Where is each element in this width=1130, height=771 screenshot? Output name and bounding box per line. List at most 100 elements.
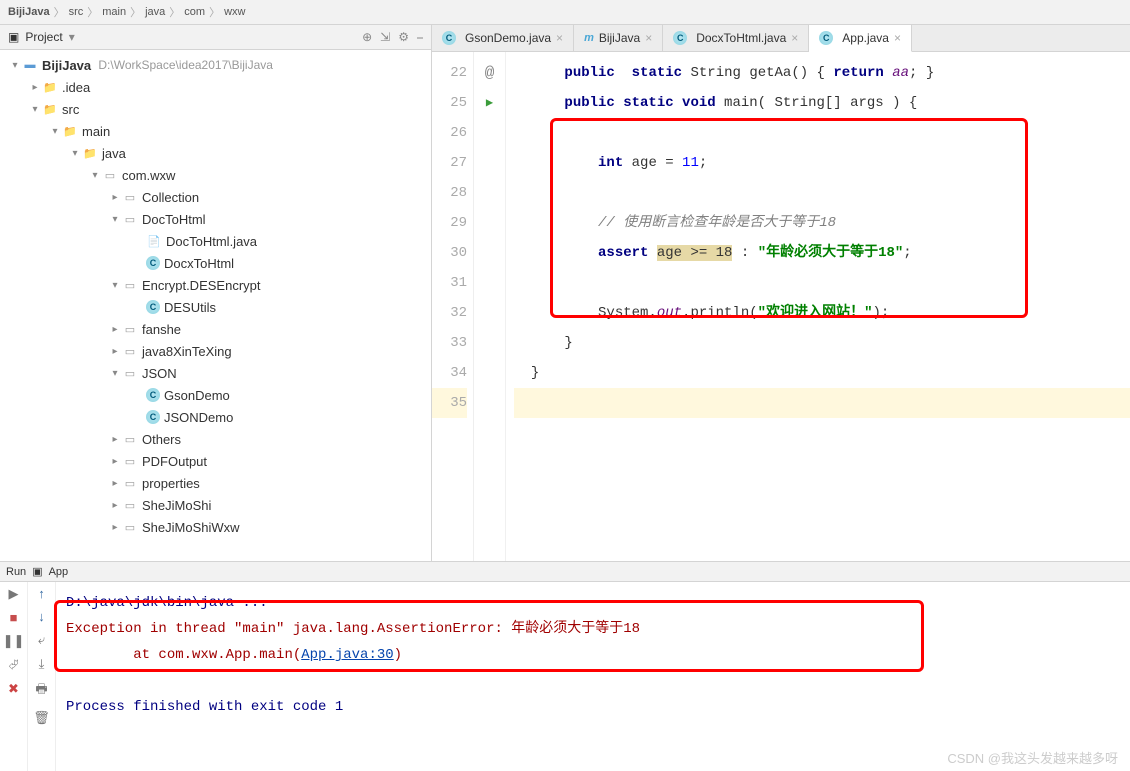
class-icon: C <box>146 388 160 402</box>
tree-pdfoutput[interactable]: ▸▭PDFOutput <box>0 450 431 472</box>
code-editor[interactable]: 22 25 26 27 28 29 30 31 32 33 34 35 @ ▶ … <box>432 52 1130 561</box>
stop-icon[interactable]: ■ <box>10 610 18 625</box>
class-icon: C <box>442 31 456 45</box>
override-icon[interactable]: @ <box>485 64 495 82</box>
close-icon[interactable]: × <box>894 31 901 45</box>
code-area[interactable]: public static String getAa() { return aa… <box>506 52 1130 561</box>
tree-json[interactable]: ▾▭JSON <box>0 362 431 384</box>
tree-idea[interactable]: ▸📁.idea <box>0 76 431 98</box>
tab-app[interactable]: CApp.java× <box>809 25 912 52</box>
tree-jsondemo[interactable]: CJSONDemo <box>0 406 431 428</box>
line-gutter[interactable]: 22 25 26 27 28 29 30 31 32 33 34 35 <box>432 52 474 561</box>
tab-gsondemo[interactable]: CGsonDemo.java× <box>432 25 574 51</box>
run-header: Run ▣ App <box>0 562 1130 582</box>
class-icon: C <box>819 31 833 45</box>
tree-main[interactable]: ▾📁main <box>0 120 431 142</box>
package-icon: ▭ <box>122 189 138 205</box>
bc-wxw[interactable]: wxw <box>224 6 245 18</box>
close-icon[interactable]: × <box>556 31 563 45</box>
project-header: ▣ Project ▾ ⊕ ⇲ ⚙ ⎯ <box>0 25 431 50</box>
console-cmd: D:\java\jdk\bin\java ... <box>66 590 1120 616</box>
down-icon[interactable]: ↓ <box>38 609 45 624</box>
tree-comwxw[interactable]: ▾▭com.wxw <box>0 164 431 186</box>
package-icon: ▭ <box>122 431 138 447</box>
tree-docxtohtml[interactable]: CDocxToHtml <box>0 252 431 274</box>
tree-java[interactable]: ▾📁java <box>0 142 431 164</box>
tree-shejimoshiwxw[interactable]: ▸▭SheJiMoShiWxw <box>0 516 431 538</box>
project-tree[interactable]: ▾▬BijiJava D:\WorkSpace\idea2017\BijiJav… <box>0 50 431 561</box>
module-icon: ▬ <box>22 57 38 73</box>
collapse-all-icon[interactable]: ⇲ <box>380 30 390 45</box>
package-icon: ▭ <box>122 453 138 469</box>
package-icon: ▭ <box>102 167 118 183</box>
tree-encrypt[interactable]: ▾▭Encrypt.DESEncrypt <box>0 274 431 296</box>
package-icon: ▭ <box>122 475 138 491</box>
tab-bijijava[interactable]: mBijiJava× <box>574 25 663 51</box>
gear-icon[interactable]: ⚙ <box>398 30 409 45</box>
tree-java8[interactable]: ▸▭java8XinTeXing <box>0 340 431 362</box>
root-path: D:\WorkSpace\idea2017\BijiJava <box>98 58 273 72</box>
root-name: BijiJava <box>42 58 91 73</box>
tree-src[interactable]: ▾📁src <box>0 98 431 120</box>
class-icon: C <box>146 410 160 424</box>
pause-icon[interactable]: ❚❚ <box>3 633 25 649</box>
editor-tabs: CGsonDemo.java× mBijiJava× CDocxToHtml.j… <box>432 25 1130 52</box>
hide-icon[interactable]: ⎯ <box>417 30 423 45</box>
package-icon: ▭ <box>122 321 138 337</box>
package-icon: ▭ <box>122 497 138 513</box>
bc-com[interactable]: com <box>184 6 205 18</box>
scroll-to-end-icon[interactable]: ⤓ <box>39 656 45 672</box>
print-icon[interactable]: 🖶 <box>35 680 47 702</box>
project-panel-icon[interactable]: ▣ <box>8 30 19 44</box>
source-folder-icon: 📁 <box>82 145 98 161</box>
package-icon: ▭ <box>122 365 138 381</box>
package-icon: ▭ <box>122 519 138 535</box>
tree-root[interactable]: ▾▬BijiJava D:\WorkSpace\idea2017\BijiJav… <box>0 54 431 76</box>
run-config-icon: ▣ <box>32 565 42 578</box>
run-line-icon[interactable]: ▶ <box>486 96 493 110</box>
bc-root[interactable]: BijiJava <box>8 6 50 18</box>
gutter-marks[interactable]: @ ▶ <box>474 52 506 561</box>
console-output[interactable]: D:\java\jdk\bin\java ... Exception in th… <box>56 582 1130 771</box>
package-icon: ▭ <box>122 343 138 359</box>
package-icon: ▭ <box>122 211 138 227</box>
bc-src[interactable]: src <box>69 6 84 18</box>
close-icon[interactable]: × <box>645 31 652 45</box>
folder-icon: 📁 <box>42 101 58 117</box>
trash-icon[interactable]: 🗑 <box>33 710 50 726</box>
console-exception: Exception in thread "main" java.lang.Ass… <box>66 616 1120 642</box>
tree-shejimoshi[interactable]: ▸▭SheJiMoShi <box>0 494 431 516</box>
exit-icon[interactable]: ⮰ <box>8 657 18 673</box>
run-toolbar: ▶ ■ ❚❚ ⮰ ✖ <box>0 582 28 771</box>
console-exit: Process finished with exit code 1 <box>66 694 1120 720</box>
scroll-from-source-icon[interactable]: ⊕ <box>362 30 372 45</box>
console-stacktrace: at com.wxw.App.main(App.java:30) <box>66 642 1120 668</box>
editor-panel: CGsonDemo.java× mBijiJava× CDocxToHtml.j… <box>432 25 1130 561</box>
close-icon[interactable]: ✖ <box>8 681 19 697</box>
java-file-icon: 📄 <box>146 233 162 249</box>
bc-java[interactable]: java <box>145 6 165 18</box>
tree-doctohtml[interactable]: ▾▭DocToHtml <box>0 208 431 230</box>
tree-others[interactable]: ▸▭Others <box>0 428 431 450</box>
run-label[interactable]: Run <box>6 566 26 578</box>
module-icon: m <box>584 32 594 44</box>
up-icon[interactable]: ↑ <box>38 586 45 601</box>
project-label[interactable]: Project <box>25 30 62 44</box>
tree-collection[interactable]: ▸▭Collection <box>0 186 431 208</box>
run-toolbar-2: ↑ ↓ ⤶ ⤓ 🖶 🗑 <box>28 582 56 771</box>
tree-desutils[interactable]: CDESUtils <box>0 296 431 318</box>
run-config-name: App <box>49 566 69 578</box>
tab-docxtohtml[interactable]: CDocxToHtml.java× <box>663 25 809 51</box>
bc-main[interactable]: main <box>102 6 126 18</box>
soft-wrap-icon[interactable]: ⤶ <box>38 632 45 648</box>
tree-doctohtml-java[interactable]: 📄DocToHtml.java <box>0 230 431 252</box>
tree-fanshe[interactable]: ▸▭fanshe <box>0 318 431 340</box>
tree-properties[interactable]: ▸▭properties <box>0 472 431 494</box>
rerun-icon[interactable]: ▶ <box>9 586 19 602</box>
project-tool-window: ▣ Project ▾ ⊕ ⇲ ⚙ ⎯ ▾▬BijiJava D:\WorkSp… <box>0 25 432 561</box>
close-icon[interactable]: × <box>791 31 798 45</box>
tree-gsondemo[interactable]: CGsonDemo <box>0 384 431 406</box>
stacktrace-link[interactable]: App.java:30 <box>301 647 393 663</box>
breadcrumb: BijiJava 〉src 〉main 〉java 〉com 〉wxw <box>0 0 1130 25</box>
run-tool-window: Run ▣ App ▶ ■ ❚❚ ⮰ ✖ ↑ ↓ ⤶ ⤓ 🖶 🗑 D:\java… <box>0 561 1130 771</box>
